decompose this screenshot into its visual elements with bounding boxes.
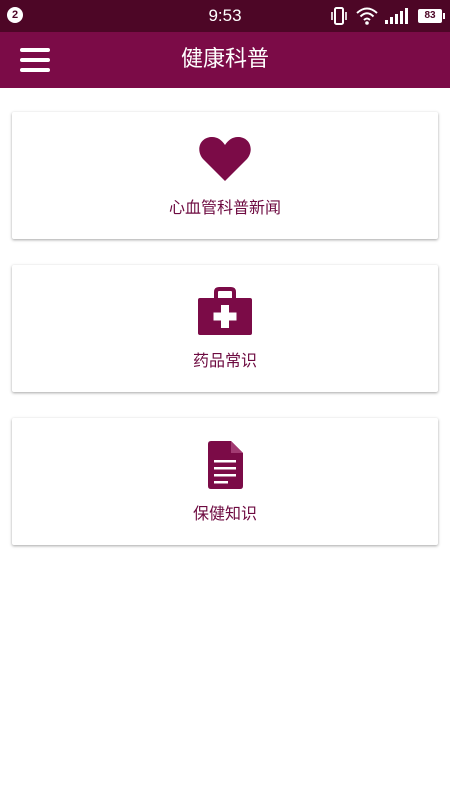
app-bar: 健康科普 [0, 32, 450, 88]
card-medicine-knowledge[interactable]: 药品常识 [12, 265, 438, 392]
status-icons: 83 [330, 6, 445, 26]
wifi-icon [356, 7, 378, 25]
heart-icon [199, 136, 251, 181]
medical-kit-icon [198, 287, 252, 335]
battery-icon: 83 [418, 9, 445, 23]
card-health-care-knowledge[interactable]: 保健知识 [12, 418, 438, 545]
app-title: 健康科普 [180, 47, 269, 72]
card-cardiovascular-news[interactable]: 心血管科普新闻 [12, 112, 438, 239]
vibrate-icon [331, 7, 347, 25]
card-label: 心血管科普新闻 [168, 198, 281, 217]
document-icon [208, 441, 243, 489]
card-label: 药品常识 [192, 351, 257, 370]
status-bar: 2 9:53 83 [0, 0, 450, 32]
signal-icon [385, 8, 408, 24]
card-label: 保健知识 [192, 504, 257, 523]
